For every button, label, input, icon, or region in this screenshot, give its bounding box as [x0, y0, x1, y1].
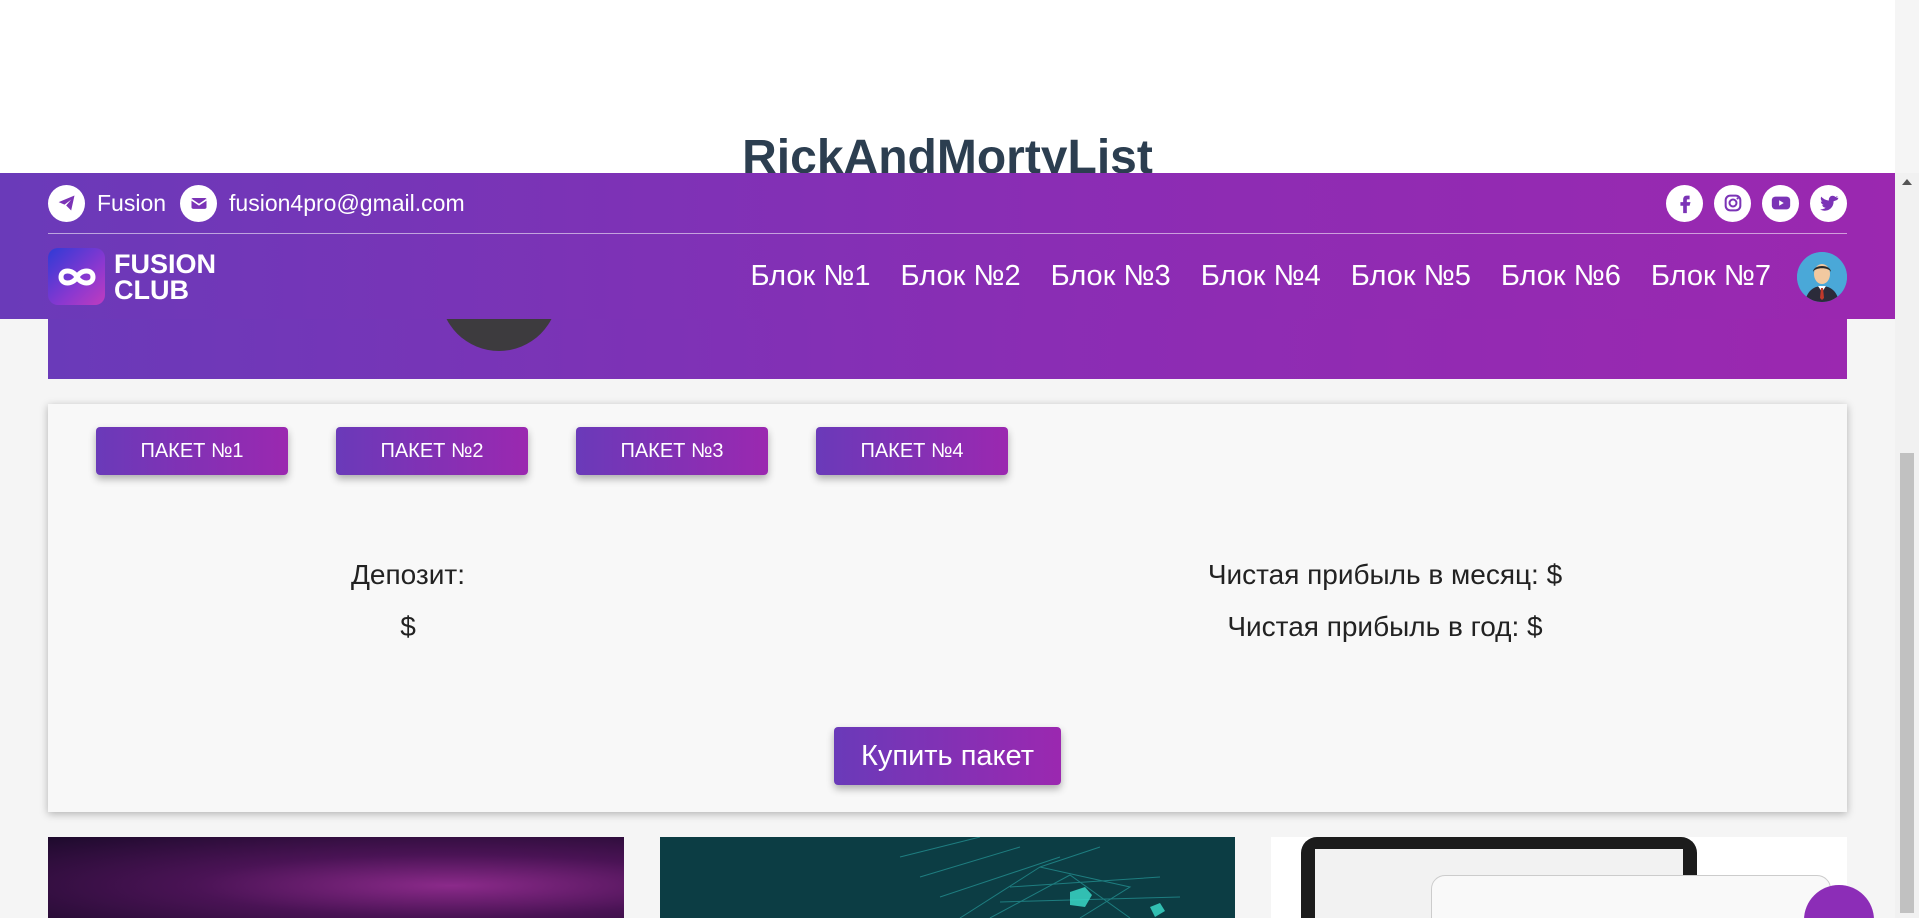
- main-nav: Блок №1 Блок №2 Блок №3 Блок №4 Блок №5 …: [720, 251, 1847, 302]
- nav-item-block-3[interactable]: Блок №3: [1051, 260, 1171, 293]
- header-contacts-bar: Fusion fusion4pro@gmail.com: [48, 173, 1847, 234]
- package-tabs: ПАКЕТ №1 ПАКЕТ №2 ПАКЕТ №3 ПАКЕТ №4: [96, 427, 1008, 475]
- mail-icon: [180, 184, 218, 222]
- package-tab-3[interactable]: ПАКЕТ №3: [576, 427, 768, 475]
- instagram-icon[interactable]: [1714, 184, 1751, 222]
- nav-item-block-6[interactable]: Блок №6: [1501, 260, 1621, 293]
- facebook-icon[interactable]: [1666, 184, 1703, 222]
- nav-item-block-4[interactable]: Блок №4: [1201, 260, 1321, 293]
- hero-banner: [48, 319, 1847, 379]
- nav-item-block-5[interactable]: Блок №5: [1351, 260, 1471, 293]
- logo-line-2: CLUB: [114, 274, 189, 305]
- deposit-info: Депозит: $: [258, 554, 558, 658]
- site-header: Fusion fusion4pro@gmail.com FUSION CLUB …: [0, 173, 1895, 319]
- telegram-icon: [48, 184, 85, 222]
- page-scrollbar[interactable]: [1895, 173, 1919, 918]
- network-grid-graphic: [899, 837, 1181, 918]
- logo-line-1: FUSION: [114, 248, 217, 279]
- social-links: [1666, 184, 1847, 222]
- avatar[interactable]: [1797, 251, 1847, 302]
- hero-image-fragment: [440, 319, 558, 351]
- scrollbar-thumb[interactable]: [1900, 453, 1914, 913]
- telegram-label: Fusion: [97, 189, 167, 216]
- package-tab-4[interactable]: ПАКЕТ №4: [816, 427, 1008, 475]
- nav-item-block-1[interactable]: Блок №1: [750, 260, 870, 293]
- profit-month: Чистая прибыль в месяц: $: [1207, 559, 1563, 590]
- header-navigation-bar: FUSION CLUB Блок №1 Блок №2 Блок №3 Блок…: [48, 234, 1847, 319]
- profit-year: Чистая прибыль в год: $: [1227, 611, 1543, 642]
- feature-card-2-image[interactable]: [660, 837, 1235, 918]
- youtube-icon[interactable]: [1762, 184, 1799, 222]
- nav-item-block-2[interactable]: Блок №2: [901, 260, 1021, 293]
- logo-text: FUSION CLUB: [114, 248, 217, 305]
- site-logo[interactable]: FUSION CLUB: [48, 248, 216, 305]
- package-tab-1[interactable]: ПАКЕТ №1: [96, 427, 288, 475]
- deposit-label: Депозит:: [350, 559, 466, 590]
- nav-item-block-7[interactable]: Блок №7: [1651, 260, 1771, 293]
- telegram-link[interactable]: Fusion: [48, 184, 167, 222]
- deposit-value: $: [400, 611, 416, 642]
- feature-card-1-image[interactable]: [48, 837, 624, 918]
- packages-panel: ПАКЕТ №1 ПАКЕТ №2 ПАКЕТ №3 ПАКЕТ №4 Депо…: [48, 404, 1847, 812]
- buy-package-button[interactable]: Купить пакет: [834, 727, 1061, 785]
- infinity-logo-icon: [48, 248, 105, 305]
- email-link[interactable]: fusion4pro@gmail.com: [180, 184, 465, 222]
- profit-info: Чистая прибыль в месяц: $ Чистая прибыль…: [1085, 554, 1685, 658]
- package-tab-2[interactable]: ПАКЕТ №2: [336, 427, 528, 475]
- scroll-up-arrow-icon[interactable]: [1902, 179, 1912, 185]
- feature-card-3-image[interactable]: [1271, 837, 1847, 918]
- twitter-icon[interactable]: [1810, 184, 1847, 222]
- tablet-mockup-front: [1431, 875, 1831, 918]
- email-address: fusion4pro@gmail.com: [229, 189, 465, 216]
